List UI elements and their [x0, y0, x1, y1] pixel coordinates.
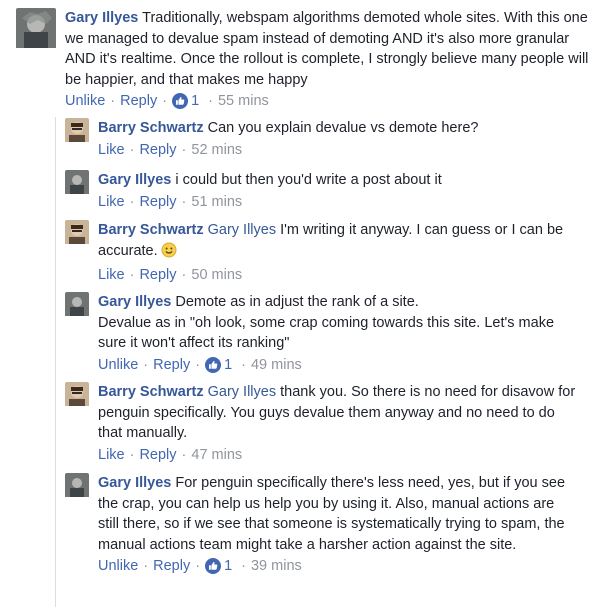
reply-author[interactable]: Barry Schwartz	[98, 222, 204, 238]
unlike-button[interactable]: Unlike	[65, 91, 105, 111]
comment-text: Gary Illyes Traditionally, webspam algor…	[65, 8, 590, 90]
reply-author[interactable]: Barry Schwartz	[98, 384, 204, 400]
like-button[interactable]: Like	[98, 140, 125, 160]
separator-dot: ·	[162, 93, 168, 109]
reply-actions: Unlike · Reply · 1 · 39 mins	[98, 556, 578, 576]
reply: Barry Schwartz Can you explain devalue v…	[65, 118, 595, 160]
reply-message: Can you explain devalue vs demote here?	[203, 120, 479, 136]
like-count: 1	[191, 93, 200, 109]
reply: Barry Schwartz Gary Illyes thank you. So…	[65, 382, 595, 465]
comment: Gary Illyes Traditionally, webspam algor…	[16, 8, 596, 111]
reply-button[interactable]: Reply	[139, 265, 176, 285]
mention-link[interactable]: Gary Illyes	[208, 222, 277, 238]
separator-dot: ·	[241, 558, 246, 574]
reply-text: Gary Illyes For penguin specifically the…	[98, 473, 578, 555]
separator-dot: ·	[241, 356, 246, 373]
like-count-badge[interactable]: 1	[205, 556, 232, 576]
timestamp[interactable]: 55 mins	[218, 91, 269, 111]
timestamp[interactable]: 49 mins	[251, 355, 302, 375]
barry-avatar[interactable]	[65, 118, 89, 160]
reply-thread-line	[55, 117, 56, 607]
reply: Gary Illyes Demote as in adjust the rank…	[65, 292, 595, 375]
reply-button[interactable]: Reply	[120, 91, 157, 111]
reply-text: Gary Illyes i could but then you'd write…	[98, 170, 588, 191]
reply-actions: Like · Reply · 52 mins	[98, 140, 588, 160]
reply-actions: Like · Reply · 47 mins	[98, 445, 576, 465]
reply: Barry Schwartz Gary Illyes I'm writing i…	[65, 220, 595, 285]
thumbs-up-icon	[205, 356, 222, 373]
separator-dot: ·	[110, 93, 116, 109]
reply: Gary Illyes For penguin specifically the…	[65, 473, 595, 576]
reply-button[interactable]: Reply	[153, 355, 190, 375]
like-button[interactable]: Like	[98, 445, 125, 465]
separator-dot: ·	[181, 193, 187, 210]
gary-avatar[interactable]	[65, 170, 89, 212]
unlike-button[interactable]: Unlike	[98, 556, 138, 576]
reply-button[interactable]: Reply	[139, 192, 176, 212]
reply-actions: Unlike · Reply · 1 · 49 mins	[98, 355, 578, 375]
separator-dot: ·	[181, 267, 187, 283]
separator-dot: ·	[143, 558, 149, 574]
comment-actions: Unlike · Reply · 1 · 55 mins	[65, 91, 590, 111]
comment-author[interactable]: Gary Illyes	[65, 10, 138, 26]
reply-button[interactable]: Reply	[153, 556, 190, 576]
reply-text: Barry Schwartz Gary Illyes I'm writing i…	[98, 220, 568, 264]
separator-dot: ·	[181, 141, 187, 158]
reply-text: Gary Illyes Demote as in adjust the rank…	[98, 292, 578, 354]
thumbs-up-icon	[172, 93, 189, 109]
separator-dot: ·	[129, 267, 135, 283]
comment-message: Traditionally, webspam algorithms demote…	[65, 10, 589, 88]
reply-actions: Like · Reply · 51 mins	[98, 192, 588, 212]
like-button[interactable]: Like	[98, 192, 125, 212]
barry-avatar[interactable]	[65, 220, 89, 285]
separator-dot: ·	[195, 356, 201, 373]
reply-text: Barry Schwartz Gary Illyes thank you. So…	[98, 382, 576, 444]
timestamp[interactable]: 50 mins	[191, 265, 242, 285]
reply-author[interactable]: Barry Schwartz	[98, 120, 204, 136]
smile-emoji-icon	[161, 242, 177, 265]
separator-dot: ·	[129, 141, 135, 158]
like-button[interactable]: Like	[98, 265, 125, 285]
separator-dot: ·	[195, 558, 201, 574]
like-count-badge[interactable]: 1	[172, 91, 199, 111]
reply-author[interactable]: Gary Illyes	[98, 172, 171, 188]
like-count: 1	[224, 356, 233, 373]
reply-text: Barry Schwartz Can you explain devalue v…	[98, 118, 588, 139]
timestamp[interactable]: 52 mins	[191, 140, 242, 160]
mention-link[interactable]: Gary Illyes	[208, 384, 277, 400]
separator-dot: ·	[143, 356, 149, 373]
reply-button[interactable]: Reply	[139, 445, 176, 465]
reply-author[interactable]: Gary Illyes	[98, 294, 171, 310]
reply-button[interactable]: Reply	[139, 140, 176, 160]
separator-dot: ·	[208, 93, 213, 109]
reply-message: i could but then you'd write a post abou…	[171, 172, 442, 188]
thumbs-up-icon	[205, 558, 222, 574]
comment-thread: Gary Illyes Traditionally, webspam algor…	[0, 0, 608, 614]
gary-avatar[interactable]	[16, 8, 56, 111]
reply-actions: Like · Reply · 50 mins	[98, 265, 568, 285]
separator-dot: ·	[129, 193, 135, 210]
barry-avatar[interactable]	[65, 382, 89, 465]
separator-dot: ·	[129, 446, 135, 463]
reply-message-line-2: Devalue as in "oh look, some crap coming…	[98, 314, 555, 352]
timestamp[interactable]: 47 mins	[191, 445, 242, 465]
reply-author[interactable]: Gary Illyes	[98, 475, 171, 491]
separator-dot: ·	[181, 446, 187, 463]
like-count-badge[interactable]: 1	[205, 355, 232, 375]
timestamp[interactable]: 51 mins	[191, 192, 242, 212]
reply: Gary Illyes i could but then you'd write…	[65, 170, 595, 212]
unlike-button[interactable]: Unlike	[98, 355, 138, 375]
gary-avatar[interactable]	[65, 292, 89, 375]
timestamp[interactable]: 39 mins	[251, 556, 302, 576]
reply-message: Demote as in adjust the rank of a site.	[171, 294, 419, 310]
gary-avatar[interactable]	[65, 473, 89, 576]
like-count: 1	[224, 558, 233, 574]
